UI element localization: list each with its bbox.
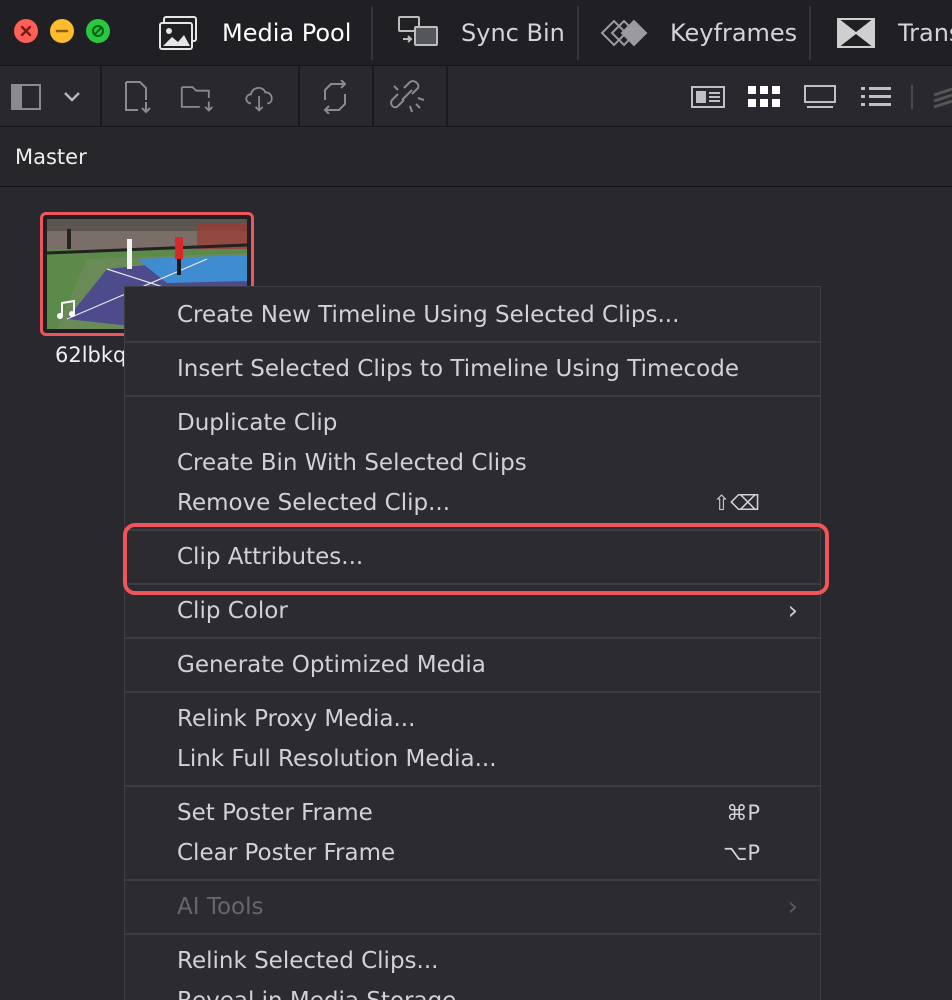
menu-item-create-new-timeline[interactable]: Create New Timeline Using Selected Clips… bbox=[177, 302, 679, 328]
sync-arrows-icon bbox=[323, 80, 347, 114]
tab-label: Keyframes bbox=[670, 19, 798, 47]
submenu-arrow-icon: › bbox=[787, 596, 798, 626]
keyframes-icon bbox=[600, 19, 648, 47]
menu-item-ai-tools: AI Tools bbox=[177, 894, 264, 920]
import-file-icon bbox=[125, 81, 151, 114]
sidebar-toggle-icon bbox=[11, 84, 41, 110]
menu-separator bbox=[125, 933, 820, 935]
close-window-button[interactable] bbox=[14, 19, 38, 43]
cloud-download-icon bbox=[245, 87, 273, 112]
toolbar-divider bbox=[446, 67, 448, 127]
zoom-icon bbox=[92, 25, 104, 37]
menu-item-duplicate-clip[interactable]: Duplicate Clip bbox=[177, 410, 337, 436]
menu-separator bbox=[125, 785, 820, 787]
list-view-icon bbox=[861, 87, 891, 106]
highlight-outline bbox=[123, 523, 829, 595]
filmstrip-view-button[interactable] bbox=[802, 79, 838, 115]
menu-item-relink-selected-clips[interactable]: Relink Selected Clips... bbox=[177, 948, 438, 974]
tab-transitions[interactable]: Trans bbox=[836, 0, 952, 66]
broken-link-icon bbox=[390, 80, 425, 113]
menu-separator bbox=[125, 691, 820, 693]
menu-item-link-full-resolution[interactable]: Link Full Resolution Media... bbox=[177, 746, 497, 772]
menu-separator bbox=[125, 395, 820, 397]
import-media-button[interactable] bbox=[120, 79, 156, 115]
menu-item-set-poster-frame[interactable]: Set Poster Frame bbox=[177, 800, 373, 826]
bin-breadcrumb: Master bbox=[0, 128, 952, 187]
menu-separator bbox=[125, 879, 820, 881]
toggle-bin-list-button[interactable] bbox=[8, 79, 44, 115]
submenu-arrow-icon: › bbox=[787, 892, 798, 922]
menu-separator bbox=[125, 341, 820, 343]
close-icon bbox=[20, 25, 32, 37]
shortcut-label: ⌘P bbox=[726, 801, 760, 825]
menu-item-relink-proxy-media[interactable]: Relink Proxy Media... bbox=[177, 706, 415, 732]
clip-context-menu: Create New Timeline Using Selected Clips… bbox=[124, 286, 821, 1000]
media-pool-icon bbox=[159, 16, 197, 50]
import-folder-button[interactable] bbox=[180, 79, 216, 115]
metadata-view-icon bbox=[691, 86, 725, 108]
tab-label: Trans bbox=[898, 19, 952, 47]
menu-item-insert-clips-timecode[interactable]: Insert Selected Clips to Timeline Using … bbox=[177, 356, 739, 382]
chevron-down-icon bbox=[64, 92, 80, 102]
clip-name-label: 62lbkq bbox=[55, 343, 127, 367]
breadcrumb-label: Master bbox=[15, 145, 87, 169]
shortcut-label: ⇧⌫ bbox=[712, 491, 760, 515]
menu-item-clip-color[interactable]: Clip Color bbox=[177, 598, 288, 624]
menu-item-reveal-in-media-storage[interactable]: Reveal in Media Storage bbox=[177, 988, 456, 1000]
transitions-icon bbox=[837, 18, 875, 48]
shortcut-label: ⌥P bbox=[723, 841, 760, 865]
minimize-icon bbox=[55, 29, 69, 33]
toolbar-divider bbox=[100, 67, 102, 127]
cloud-import-button[interactable] bbox=[242, 79, 278, 115]
tab-divider bbox=[809, 6, 811, 60]
unlink-clips-button[interactable] bbox=[390, 79, 426, 115]
menu-item-remove-clip[interactable]: Remove Selected Clip... bbox=[177, 490, 450, 516]
toolbar-divider bbox=[298, 67, 300, 127]
grid-view-icon bbox=[748, 86, 780, 107]
tab-label: Media Pool bbox=[222, 19, 352, 47]
title-bar: Media Pool Sync Bin Keyframes Trans bbox=[0, 0, 952, 66]
media-pool-toolbar bbox=[0, 67, 952, 127]
thumbnail-view-button[interactable] bbox=[746, 79, 782, 115]
tab-media-pool[interactable]: Media Pool bbox=[158, 0, 351, 66]
music-note-icon bbox=[57, 299, 75, 319]
tab-label: Sync Bin bbox=[461, 19, 565, 47]
tab-divider bbox=[371, 6, 373, 60]
filmstrip-view-icon bbox=[804, 85, 836, 108]
minimize-window-button[interactable] bbox=[50, 19, 74, 43]
menu-item-create-bin[interactable]: Create Bin With Selected Clips bbox=[177, 450, 527, 476]
menu-separator bbox=[125, 637, 820, 639]
overflow-icon bbox=[933, 87, 952, 109]
menu-item-generate-optimized-media[interactable]: Generate Optimized Media bbox=[177, 652, 486, 678]
menu-item-clear-poster-frame[interactable]: Clear Poster Frame bbox=[177, 840, 395, 866]
more-options-button[interactable] bbox=[928, 79, 952, 115]
toolbar-divider bbox=[911, 85, 913, 109]
toolbar-divider bbox=[372, 67, 374, 127]
list-view-button[interactable] bbox=[858, 79, 894, 115]
bin-options-dropdown[interactable] bbox=[54, 79, 90, 115]
tab-divider bbox=[577, 6, 579, 60]
tab-sync-bin[interactable]: Sync Bin bbox=[397, 0, 565, 66]
zoom-window-button[interactable] bbox=[86, 19, 110, 43]
tab-keyframes[interactable]: Keyframes bbox=[600, 0, 797, 66]
sync-bin-icon bbox=[398, 16, 438, 46]
metadata-view-button[interactable] bbox=[690, 79, 726, 115]
sync-clips-button[interactable] bbox=[317, 79, 353, 115]
import-folder-icon bbox=[180, 86, 214, 112]
